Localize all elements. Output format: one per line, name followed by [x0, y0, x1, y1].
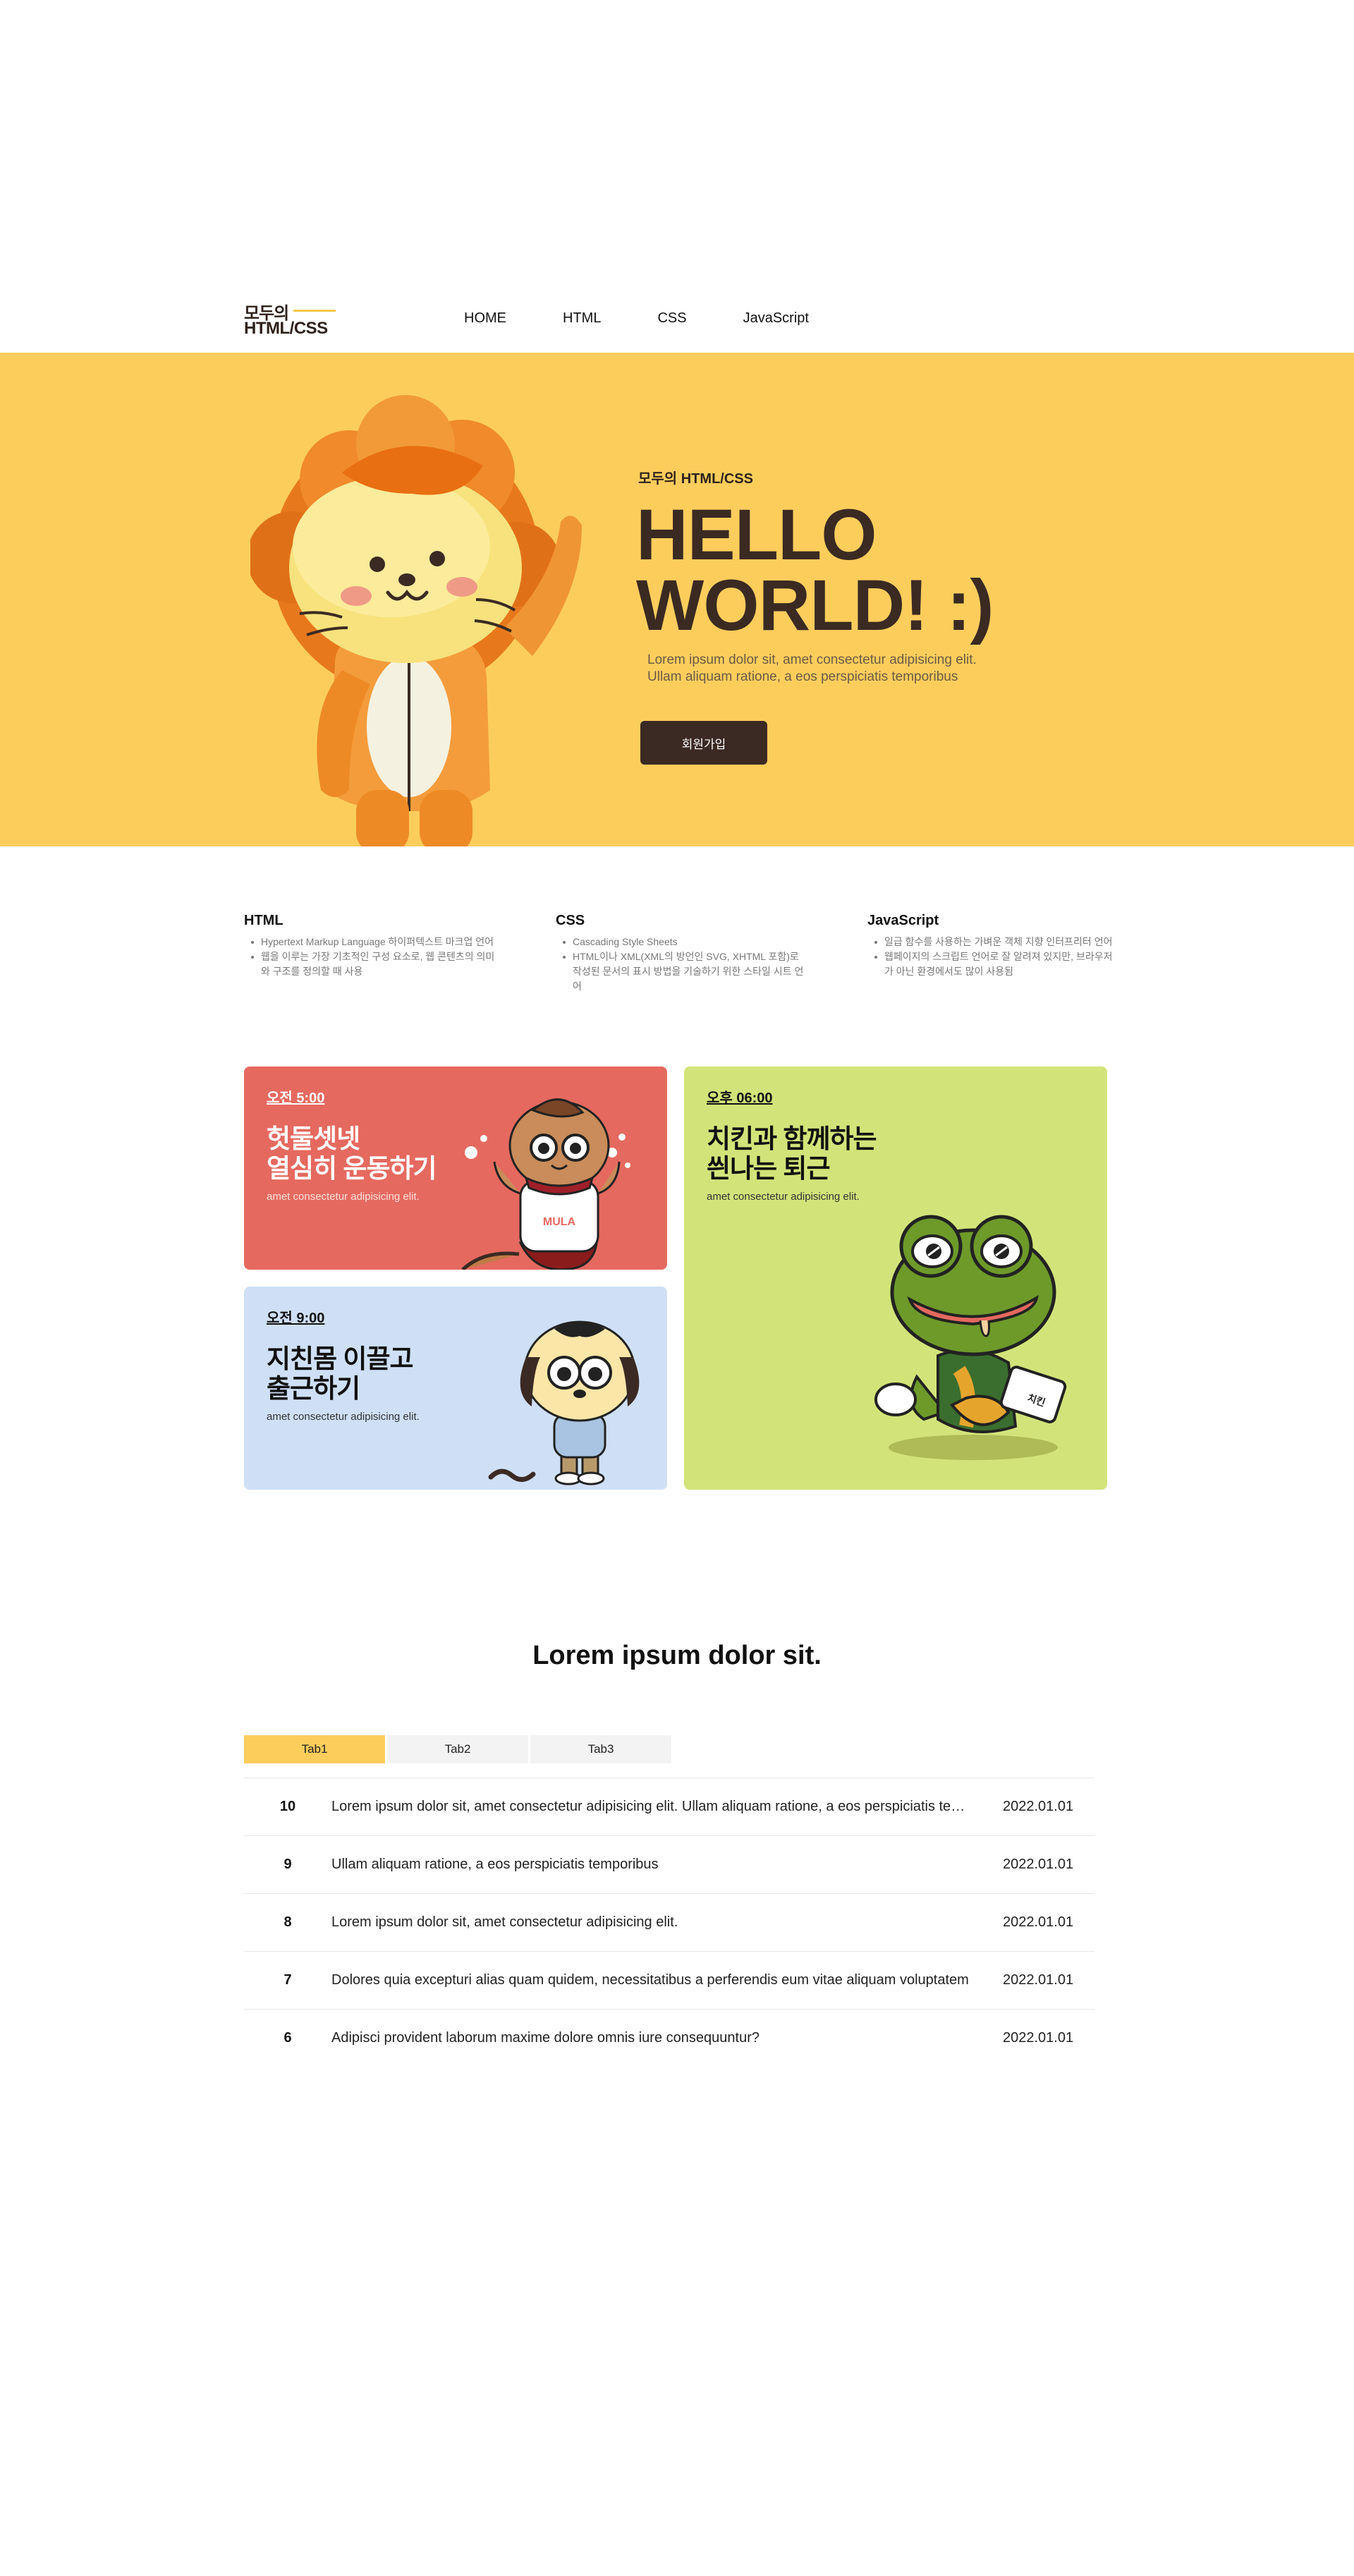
card-title-line2: 씐나는 퇴근	[707, 1154, 830, 1183]
card-title: 헛둘셋넷 열심히 운동하기	[267, 1124, 437, 1184]
monkey-exercise-illustration: MULA	[461, 1098, 630, 1270]
main-nav: HOME HTML CSS JavaScript	[464, 308, 865, 329]
board-list: 10 Lorem ipsum dolor sit, amet consectet…	[244, 1778, 1094, 2067]
card-title: 지친몸 이끌고 출근하기	[267, 1344, 414, 1404]
card-title-line1: 지친몸 이끌고	[267, 1344, 414, 1373]
card-morning-exercise[interactable]: 오전 5:00 헛둘셋넷 열심히 운동하기 amet consectetur a…	[244, 1067, 667, 1270]
info-list: Hypertext Markup Language 하이퍼텍스트 마크업 언어 …	[244, 935, 498, 979]
board-row[interactable]: 10 Lorem ipsum dolor sit, amet consectet…	[244, 1778, 1094, 1835]
hero-subtitle: 모두의 HTML/CSS	[638, 471, 753, 487]
hero-title-line1: HELLO	[636, 494, 877, 575]
row-date: 2022.01.01	[1003, 1972, 1074, 1988]
row-date: 2022.01.01	[1003, 1914, 1074, 1930]
card-description: amet consectetur adipisicing elit.	[267, 1411, 420, 1423]
site-header: 모두의 HTML/CSS HOME HTML CSS JavaScript	[0, 289, 1354, 353]
board-row[interactable]: 8 Lorem ipsum dolor sit, amet consectetu…	[244, 1893, 1094, 1951]
row-date: 2022.01.01	[1003, 1857, 1074, 1872]
card-title-line1: 헛둘셋넷	[267, 1124, 360, 1153]
info-item: HTML이나 XML(XML의 방언인 SVG, XHTML 포함)로 작성된 …	[556, 949, 810, 994]
site-logo[interactable]: 모두의 HTML/CSS	[244, 299, 343, 341]
tab-3[interactable]: Tab3	[530, 1735, 671, 1763]
row-title[interactable]: Ullam aliquam ratione, a eos perspiciati…	[331, 1857, 1003, 1873]
info-column-javascript: JavaScript 일급 함수를 사용하는 가벼운 객체 지향 인터프리터 언…	[867, 913, 1121, 979]
board-title: Lorem ipsum dolor sit.	[532, 1641, 822, 1670]
row-title[interactable]: Lorem ipsum dolor sit, amet consectetur …	[331, 1799, 1003, 1815]
board-row[interactable]: 6 Adipisci provident laborum maxime dolo…	[244, 2009, 1094, 2067]
frog-with-chicken-illustration: 치킨	[874, 1215, 1067, 1460]
board-row[interactable]: 7 Dolores quia excepturi alias quam quid…	[244, 1951, 1094, 2009]
hero-desc-line1: Lorem ipsum dolor sit, amet consectetur …	[647, 652, 977, 667]
card-time: 오전 5:00	[267, 1090, 325, 1106]
card-time: 오전 9:00	[267, 1311, 325, 1326]
info-list: 일급 함수를 사용하는 가벼운 객체 지향 인터프리터 언어 웹페이지의 스크립…	[867, 935, 1121, 979]
card-title-line1: 치킨과 함께하는	[707, 1124, 877, 1153]
info-item: Cascading Style Sheets	[556, 935, 810, 949]
nav-html[interactable]: HTML	[563, 308, 601, 329]
row-date: 2022.01.01	[1003, 2030, 1074, 2046]
tab-1[interactable]: Tab1	[244, 1735, 385, 1763]
card-title-line2: 열심히 운동하기	[267, 1154, 437, 1183]
info-list: Cascading Style Sheets HTML이나 XML(XML의 방…	[556, 935, 810, 994]
info-column-html: HTML Hypertext Markup Language 하이퍼텍스트 마크…	[244, 913, 498, 979]
row-number: 7	[283, 1972, 292, 1988]
logo-text-line2: HTML/CSS	[244, 319, 328, 338]
tab-2[interactable]: Tab2	[387, 1735, 528, 1763]
logo-accent-bar	[293, 310, 336, 312]
info-title: CSS	[556, 913, 585, 928]
card-evening-chicken[interactable]: 오후 06:00 치킨과 함께하는 씐나는 퇴근 amet consectetu…	[684, 1067, 1107, 1490]
row-title[interactable]: Adipisci provident laborum maxime dolore…	[331, 2030, 1003, 2046]
card-morning-commute[interactable]: 오전 9:00 지친몸 이끌고 출근하기 amet consectetur ad…	[244, 1287, 667, 1490]
card-time: 오후 06:00	[707, 1090, 773, 1106]
nav-css[interactable]: CSS	[657, 308, 686, 329]
hero-desc-line2: Ullam aliquam ratione, a eos perspiciati…	[647, 669, 958, 684]
hero-banner: 모두의 HTML/CSS HELLO WORLD! :) Lorem ipsum…	[0, 353, 1354, 846]
info-item: Hypertext Markup Language 하이퍼텍스트 마크업 언어	[244, 935, 498, 949]
row-number: 9	[283, 1857, 292, 1872]
row-title[interactable]: Dolores quia excepturi alias quam quidem…	[331, 1972, 1003, 1988]
card-description: amet consectetur adipisicing elit.	[267, 1191, 420, 1203]
row-number: 8	[283, 1914, 292, 1930]
board-row[interactable]: 9 Ullam aliquam ratione, a eos perspicia…	[244, 1835, 1094, 1893]
info-item: 웹을 이루는 가장 기초적인 구성 요소로, 웹 콘텐츠의 의미와 구조를 정의…	[244, 949, 498, 979]
hero-title-line2: WORLD! :)	[636, 565, 994, 645]
row-number: 10	[279, 1799, 296, 1814]
row-number: 6	[283, 2030, 292, 2046]
card-title: 치킨과 함께하는 씐나는 퇴근	[707, 1124, 877, 1184]
shirt-label: MULA	[543, 1216, 576, 1228]
info-item: 웹페이지의 스크립트 언어로 잘 알려져 있지만, 브라우저가 아닌 환경에서도…	[867, 949, 1121, 979]
info-column-css: CSS Cascading Style Sheets HTML이나 XML(XM…	[556, 913, 810, 994]
info-item: 일급 함수를 사용하는 가벼운 객체 지향 인터프리터 언어	[867, 935, 1121, 949]
row-title[interactable]: Lorem ipsum dolor sit, amet consectetur …	[331, 1914, 1003, 1931]
card-title-line2: 출근하기	[267, 1374, 360, 1403]
hero-description: Lorem ipsum dolor sit, amet consectetur …	[647, 652, 1071, 686]
hero-title: HELLO WORLD! :)	[636, 494, 994, 645]
info-title: JavaScript	[867, 913, 939, 928]
lion-mascot-illustration	[250, 395, 582, 846]
row-date: 2022.01.01	[1003, 1799, 1074, 1814]
nav-javascript[interactable]: JavaScript	[743, 308, 809, 329]
signup-button[interactable]: 회원가입	[640, 721, 767, 765]
board-tabs: Tab1 Tab2 Tab3	[244, 1735, 671, 1763]
info-title: HTML	[244, 913, 283, 928]
tired-dog-commuter-illustration	[488, 1320, 640, 1486]
card-description: amet consectetur adipisicing elit.	[707, 1191, 860, 1203]
nav-home[interactable]: HOME	[464, 308, 506, 329]
